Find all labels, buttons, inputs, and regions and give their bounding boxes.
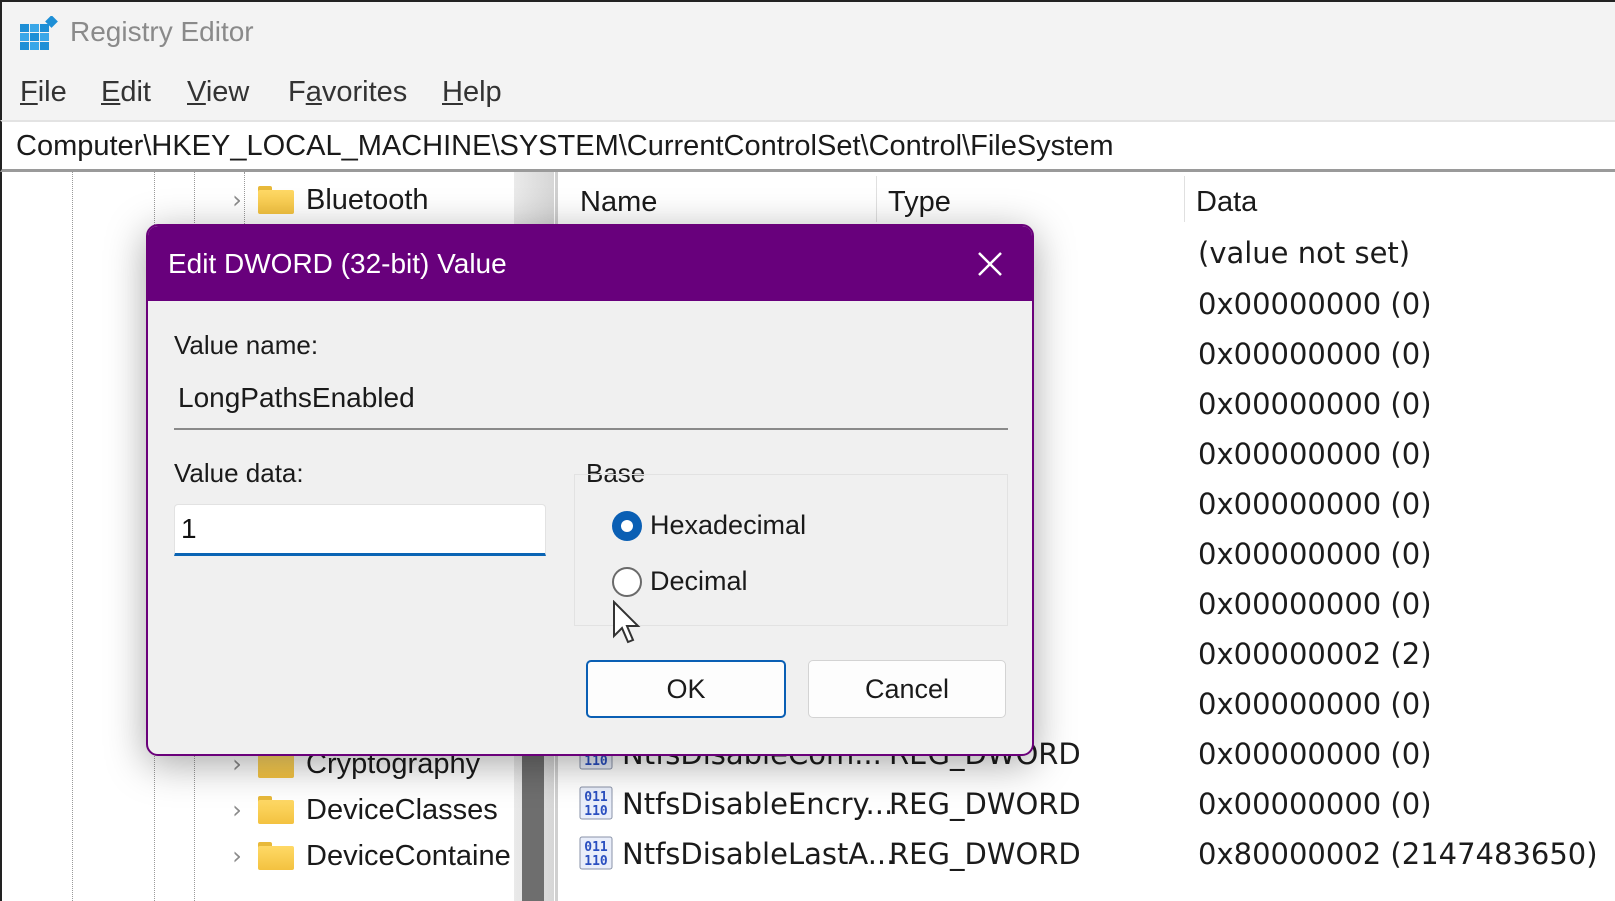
- column-separator[interactable]: [876, 176, 877, 222]
- chevron-right-icon[interactable]: ›: [226, 796, 248, 824]
- menu-bar: File Edit View Favorites Help: [0, 64, 1615, 120]
- column-separator[interactable]: [1184, 176, 1185, 222]
- menu-favorites-mnemonic: a: [305, 76, 322, 108]
- value-data: 0x80000002 (2147483650): [1198, 837, 1598, 871]
- value-data: 0x00000000 (0): [1198, 387, 1432, 421]
- value-data-input[interactable]: [174, 504, 546, 556]
- close-icon[interactable]: [970, 244, 1010, 284]
- svg-text:110: 110: [584, 754, 608, 769]
- menu-favorites-prefix: F: [288, 76, 306, 108]
- chevron-right-icon[interactable]: ›: [226, 186, 248, 214]
- title-bar: Registry Editor: [0, 0, 1615, 64]
- tree-item-label: DeviceClasses: [306, 793, 498, 826]
- value-data: (value not set): [1198, 236, 1411, 270]
- radio-hexadecimal[interactable]: Hexadecimal: [612, 510, 806, 541]
- tree-item-deviceclasses[interactable]: › DeviceClasses: [226, 790, 498, 830]
- value-data: 0x00000000 (0): [1198, 487, 1432, 521]
- cancel-button[interactable]: Cancel: [808, 660, 1006, 718]
- window-title: Registry Editor: [70, 16, 254, 47]
- menu-file[interactable]: File: [20, 76, 67, 109]
- ok-button[interactable]: OK: [586, 660, 786, 718]
- value-name-text: LongPathsEnabled: [178, 382, 415, 413]
- tree-scrollbar-thumb[interactable]: [522, 732, 544, 901]
- menu-favorites[interactable]: Favorites: [288, 76, 407, 109]
- radio-unselected-icon[interactable]: [612, 566, 642, 597]
- value-data: 0x00000000 (0): [1198, 687, 1432, 721]
- menu-file-mnemonic: F: [20, 76, 38, 108]
- radio-decimal[interactable]: Decimal: [612, 566, 748, 597]
- svg-text:110: 110: [584, 804, 608, 819]
- edit-dword-dialog: Edit DWORD (32-bit) Value Value name: Lo…: [146, 224, 1034, 756]
- address-path[interactable]: Computer\HKEY_LOCAL_MACHINE\SYSTEM\Curre…: [16, 130, 1114, 163]
- value-data: 0x00000000 (0): [1198, 587, 1432, 621]
- reg-dword-icon: 011110: [579, 836, 613, 870]
- radio-hexadecimal-label: Hexadecimal: [650, 510, 807, 540]
- value-data: 0x00000000 (0): [1198, 337, 1432, 371]
- value-row[interactable]: 011 110 NtfsDisableLastA... REG_DWORD 0x8000…: [558, 829, 1615, 879]
- value-name-label: Value name:: [174, 330, 319, 360]
- value-name: NtfsDisableEncry...: [622, 787, 894, 821]
- menu-view[interactable]: View: [187, 76, 249, 109]
- value-data: 0x00000000 (0): [1198, 787, 1432, 821]
- column-header-name[interactable]: Name: [580, 186, 657, 219]
- menu-help-label: elp: [462, 76, 502, 108]
- reg-dword-icon: 011110: [579, 786, 613, 820]
- menu-view-label: iew: [205, 76, 250, 108]
- chevron-right-icon[interactable]: ›: [226, 842, 248, 870]
- radio-selected-icon[interactable]: [612, 510, 642, 541]
- tree-item-label: DeviceContaine: [306, 839, 511, 872]
- tree-item-label: Bluetooth: [306, 183, 429, 216]
- menu-file-label: ile: [37, 76, 67, 108]
- value-data-label: Value data:: [174, 458, 304, 488]
- dialog-title: Edit DWORD (32-bit) Value: [168, 248, 507, 279]
- value-name: NtfsDisableLastA...: [622, 837, 896, 871]
- menu-edit-mnemonic: E: [101, 76, 121, 108]
- menu-help-mnemonic: H: [442, 76, 463, 108]
- value-type: REG_DWORD: [889, 787, 1081, 821]
- menu-favorites-label: vorites: [321, 76, 408, 108]
- folder-icon: [258, 186, 294, 214]
- folder-icon: [258, 842, 294, 870]
- value-name-field: LongPathsEnabled: [174, 374, 1008, 430]
- svg-text:011: 011: [584, 790, 608, 805]
- value-data: 0x00000000 (0): [1198, 737, 1432, 771]
- svg-text:110: 110: [584, 854, 608, 869]
- radio-decimal-label: Decimal: [650, 566, 748, 596]
- registry-editor-icon: [20, 16, 58, 50]
- value-data: 0x00000002 (2): [1198, 637, 1432, 671]
- value-data: 0x00000000 (0): [1198, 437, 1432, 471]
- value-type: REG_DWORD: [889, 837, 1081, 871]
- folder-icon: [258, 796, 294, 824]
- column-header-type[interactable]: Type: [888, 186, 951, 219]
- address-bar[interactable]: Computer\HKEY_LOCAL_MACHINE\SYSTEM\Curre…: [0, 120, 1615, 172]
- svg-text:011: 011: [584, 840, 608, 855]
- column-header-data[interactable]: Data: [1196, 186, 1257, 219]
- value-data: 0x00000000 (0): [1198, 287, 1432, 321]
- menu-edit[interactable]: Edit: [101, 76, 151, 109]
- value-row[interactable]: 011 110 NtfsDisableEncry... REG_DWORD 0x0000…: [558, 779, 1615, 829]
- tree-guide-line: [72, 172, 73, 901]
- menu-view-mnemonic: V: [187, 76, 206, 108]
- tree-item-devicecontainers[interactable]: › DeviceContaine: [226, 836, 511, 876]
- menu-edit-label: dit: [120, 76, 151, 108]
- value-data: 0x00000000 (0): [1198, 537, 1432, 571]
- mouse-pointer-icon: [613, 600, 641, 644]
- menu-help[interactable]: Help: [442, 76, 502, 109]
- dialog-title-bar[interactable]: Edit DWORD (32-bit) Value: [148, 226, 1032, 301]
- tree-item-bluetooth[interactable]: › Bluetooth: [226, 180, 429, 220]
